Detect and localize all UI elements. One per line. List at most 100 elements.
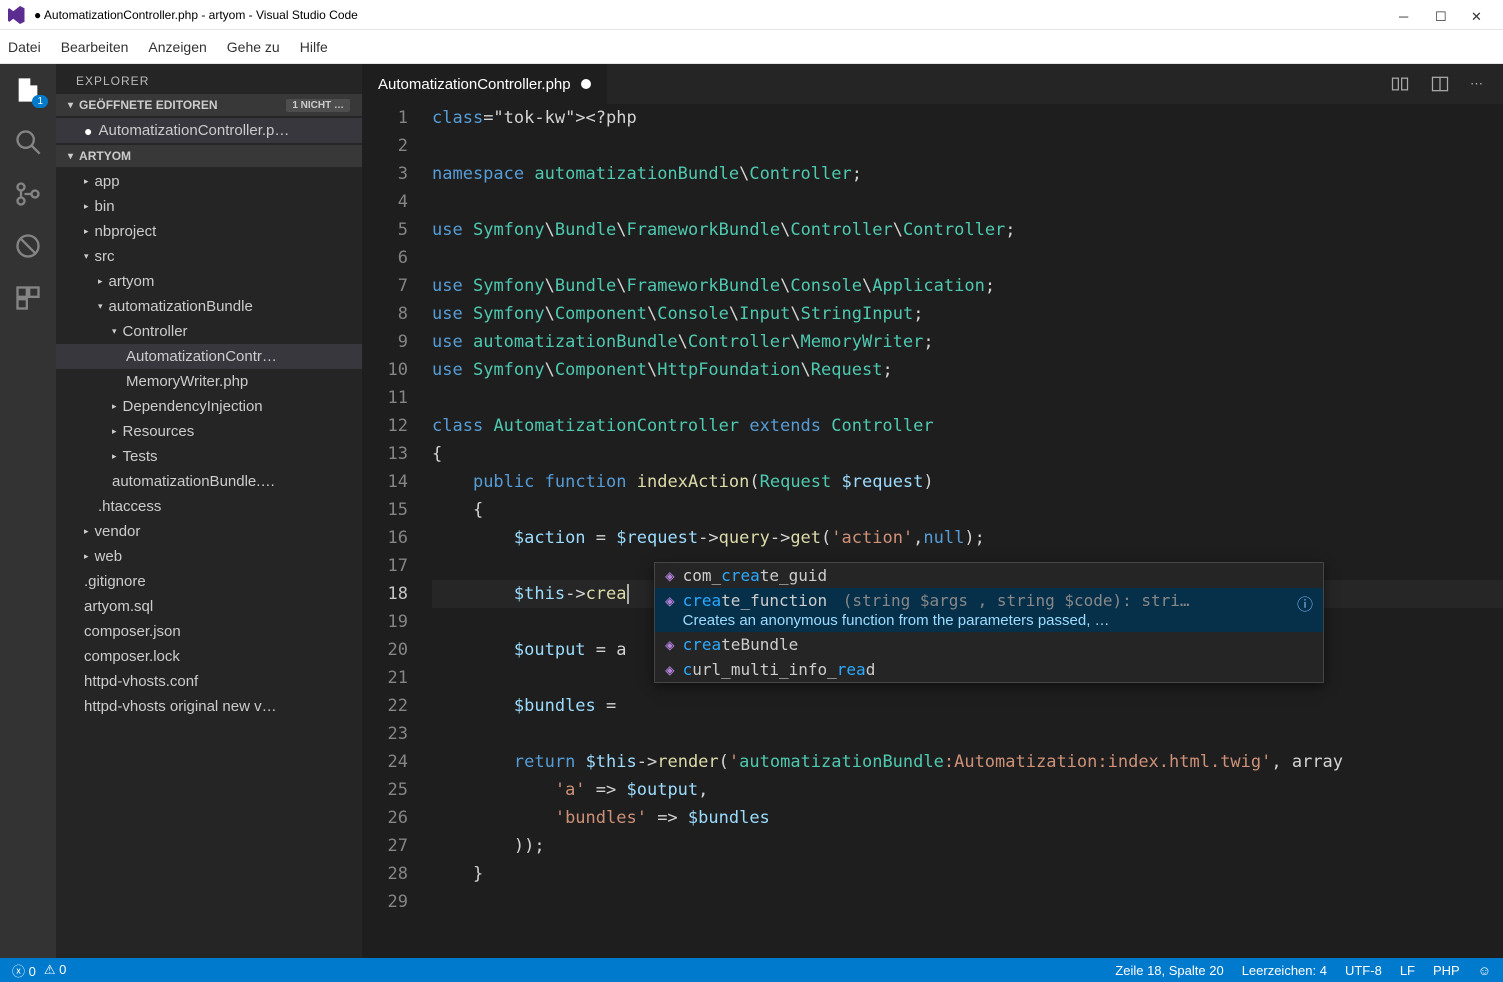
autocomplete-item[interactable]: ◈ com_create_guid (655, 563, 1323, 588)
tree-item[interactable]: ▸app (56, 169, 362, 194)
tree-item[interactable]: httpd-vhosts.conf (56, 669, 362, 694)
statusbar: ⓧ 0 ⚠ 0 Zeile 18, Spalte 20 Leerzeichen:… (0, 958, 1503, 982)
search-icon[interactable] (14, 128, 42, 156)
chevron-icon: ▸ (84, 176, 89, 187)
autocomplete-item-selected[interactable]: ◈ create_function (string $args , string… (655, 588, 1323, 632)
chevron-icon: ▸ (98, 276, 103, 287)
tree-label: DependencyInjection (123, 398, 263, 415)
chevron-icon: ▾ (98, 301, 103, 312)
more-icon[interactable]: ⋯ (1470, 76, 1483, 92)
sidebar-title: EXPLORER (56, 64, 362, 94)
code-lines[interactable]: class="tok-kw"><?php namespace automatiz… (432, 104, 1503, 958)
warnings-icon[interactable]: ⚠ 0 (44, 962, 67, 978)
tree-item[interactable]: ▾ automatizationBundle (56, 294, 362, 319)
tab-label: AutomatizationController.php (378, 76, 571, 93)
chevron-down-icon: ▾ (68, 100, 73, 111)
code-area[interactable]: 1234567891011121314151617181920212223242… (362, 104, 1503, 958)
window-title: ● AutomatizationController.php - artyom … (34, 8, 1399, 22)
tree-item[interactable]: ▸Tests (56, 444, 362, 469)
tree-item[interactable]: composer.lock (56, 644, 362, 669)
tree-label: vendor (95, 523, 141, 540)
eol-status[interactable]: LF (1400, 963, 1415, 978)
method-icon: ◈ (665, 566, 675, 585)
tree-item[interactable]: AutomatizationContr… (56, 344, 362, 369)
method-icon: ◈ (665, 635, 675, 654)
tree-label: httpd-vhosts.conf (84, 673, 198, 690)
open-editor-item[interactable]: ● AutomatizationController.p… (56, 118, 362, 143)
autocomplete-popup[interactable]: ◈ com_create_guid ◈ create_function (str… (654, 562, 1324, 683)
autocomplete-item[interactable]: ◈ curl_multi_info_read (655, 657, 1323, 682)
tree-item[interactable]: ▸ nbproject (56, 219, 362, 244)
tree-item[interactable]: httpd-vhosts original new v… (56, 694, 362, 719)
tree-item[interactable]: artyom.sql (56, 594, 362, 619)
encoding-status[interactable]: UTF-8 (1345, 963, 1382, 978)
tree-label: artyom (109, 273, 155, 290)
tree-label: Controller (123, 323, 188, 340)
method-icon: ◈ (665, 591, 675, 610)
tree-item[interactable]: automatizationBundle.… (56, 469, 362, 494)
tree-item[interactable]: composer.json (56, 619, 362, 644)
tree-label: .htaccess (98, 498, 161, 515)
tree-item[interactable]: .gitignore (56, 569, 362, 594)
menu-anzeigen[interactable]: Anzeigen (148, 39, 206, 55)
tree-label: MemoryWriter.php (126, 373, 248, 390)
tree-item[interactable]: ▾Controller (56, 319, 362, 344)
window-controls: ─ ☐ ✕ (1399, 9, 1495, 21)
compare-icon[interactable] (1390, 74, 1410, 94)
tree-item[interactable]: ▸Resources (56, 419, 362, 444)
extensions-icon[interactable] (14, 284, 42, 312)
tree-item[interactable]: .htaccess (56, 494, 362, 519)
vs-logo-icon (8, 6, 26, 24)
project-header[interactable]: ▾ ARTYOM (56, 145, 362, 167)
chevron-down-icon: ▾ (68, 151, 73, 162)
tree-item[interactable]: ▾src (56, 244, 362, 269)
close-icon[interactable]: ✕ (1471, 9, 1483, 21)
tree-label: artyom.sql (84, 598, 153, 615)
tree-label: composer.lock (84, 648, 180, 665)
minimize-icon[interactable]: ─ (1399, 9, 1411, 21)
tree-item[interactable]: ▸ artyom (56, 269, 362, 294)
maximize-icon[interactable]: ☐ (1435, 9, 1447, 21)
chevron-icon: ▸ (84, 551, 89, 562)
tree-label: .gitignore (84, 573, 146, 590)
indent-status[interactable]: Leerzeichen: 4 (1242, 963, 1327, 978)
tree-item[interactable]: ▸ DependencyInjection (56, 394, 362, 419)
tree-label: Resources (123, 423, 195, 440)
autocomplete-item[interactable]: ◈ createBundle (655, 632, 1323, 657)
feedback-icon[interactable]: ☺ (1478, 963, 1491, 978)
editor: AutomatizationController.php ⋯ 123456789… (362, 64, 1503, 958)
tree-item[interactable]: MemoryWriter.php (56, 369, 362, 394)
split-icon[interactable] (1430, 74, 1450, 94)
titlebar: ● AutomatizationController.php - artyom … (0, 0, 1503, 30)
menu-bearbeiten[interactable]: Bearbeiten (61, 39, 129, 55)
tree-label: nbproject (95, 223, 157, 240)
chevron-icon: ▸ (84, 526, 89, 537)
tab-active[interactable]: AutomatizationController.php (362, 64, 607, 104)
info-icon[interactable]: ⓘ (1297, 591, 1313, 615)
errors-icon[interactable]: ⓧ 0 (12, 961, 36, 980)
tree-label: web (95, 548, 123, 565)
explorer-icon[interactable]: 1 (14, 76, 42, 104)
sidebar: EXPLORER ▾ GEÖFFNETE EDITOREN 1 NICHT … … (56, 64, 362, 958)
line-gutter: 1234567891011121314151617181920212223242… (362, 104, 432, 958)
language-status[interactable]: PHP (1433, 963, 1460, 978)
modified-dot-icon (581, 79, 591, 89)
tree-item[interactable]: ▸ vendor (56, 519, 362, 544)
unsaved-badge: 1 NICHT … (286, 99, 350, 112)
modified-dot-icon: ● (84, 124, 92, 138)
menu-datei[interactable]: Datei (8, 39, 41, 55)
tree-item[interactable]: ▸bin (56, 194, 362, 219)
tree-label: automatizationBundle.… (112, 473, 275, 490)
cursor-position[interactable]: Zeile 18, Spalte 20 (1115, 963, 1223, 978)
open-editors-header[interactable]: ▾ GEÖFFNETE EDITOREN 1 NICHT … (56, 94, 362, 116)
tree-item[interactable]: ▸ web (56, 544, 362, 569)
chevron-icon: ▾ (84, 251, 89, 262)
tree-label: automatizationBundle (109, 298, 253, 315)
menu-gehezu[interactable]: Gehe zu (227, 39, 280, 55)
tree-label: bin (95, 198, 115, 215)
chevron-icon: ▸ (84, 226, 89, 237)
chevron-icon: ▸ (112, 401, 117, 412)
menu-hilfe[interactable]: Hilfe (300, 39, 328, 55)
scm-icon[interactable] (14, 180, 42, 208)
debug-icon[interactable] (14, 232, 42, 260)
